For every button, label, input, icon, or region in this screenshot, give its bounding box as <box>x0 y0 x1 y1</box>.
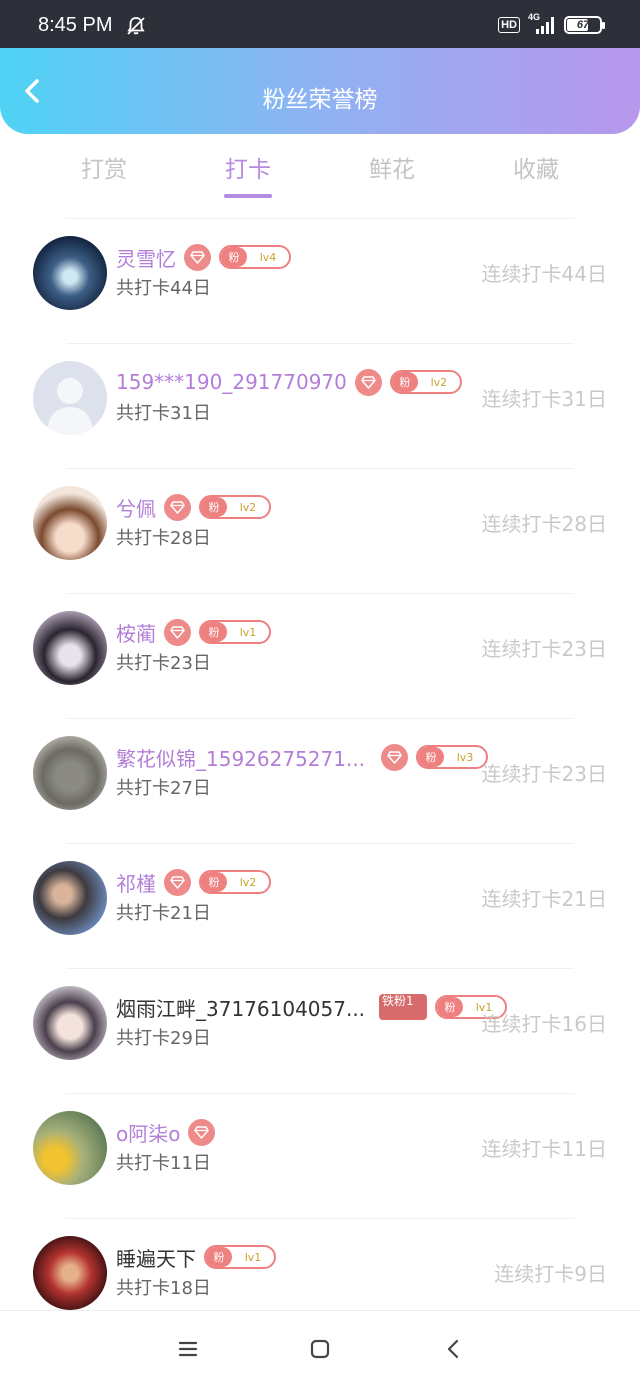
tab-reward[interactable]: 打赏 <box>54 150 154 184</box>
header: 粉丝荣誉榜 <box>0 48 640 134</box>
total-checkins: 共打卡44日 <box>116 278 211 299</box>
hd-icon: HD <box>498 17 520 33</box>
consecutive-checkins: 连续打卡16日 <box>481 1012 607 1036</box>
list-item[interactable]: 烟雨江畔_37176104057... 铁粉1 粉 lv1 共打卡29日 连续打卡… <box>0 968 640 1093</box>
total-checkins: 共打卡23日 <box>116 653 211 674</box>
row-divider <box>66 593 574 594</box>
list-item[interactable]: 祁槿 粉 lv2 共打卡21日 连续打卡21日 <box>0 843 640 968</box>
total-checkins: 共打卡29日 <box>116 1028 211 1049</box>
list-item[interactable]: 灵雪忆 粉 lv4 共打卡44日 连续打卡44日 <box>0 218 640 343</box>
tab-bar: 打赏 打卡 鲜花 收藏 <box>0 150 640 210</box>
signal-icon: 4G <box>528 12 556 36</box>
list-item[interactable]: o阿柒o 共打卡11日 连续打卡11日 <box>0 1093 640 1218</box>
consecutive-checkins: 连续打卡31日 <box>481 387 607 411</box>
home-icon[interactable] <box>308 1337 332 1361</box>
fan-level-badge: 粉 lv4 <box>219 245 291 269</box>
list-item[interactable]: 159***190_291770970 粉 lv2 共打卡31日 连续打卡31日 <box>0 343 640 468</box>
tab-checkin[interactable]: 打卡 <box>198 150 298 184</box>
bell-muted-icon <box>127 17 145 35</box>
user-name[interactable]: 祁槿 <box>116 868 156 897</box>
diamond-icon <box>188 1118 216 1146</box>
avatar[interactable] <box>33 486 107 560</box>
diamond-icon <box>164 618 191 646</box>
avatar[interactable] <box>33 736 107 810</box>
system-nav-bar <box>0 1310 640 1387</box>
total-checkins: 共打卡18日 <box>116 1278 211 1299</box>
consecutive-checkins: 连续打卡28日 <box>481 512 607 536</box>
row-divider <box>66 1218 574 1219</box>
total-checkins: 共打卡28日 <box>116 528 211 549</box>
fan-level-badge: 粉 lv1 <box>199 620 271 644</box>
user-name[interactable]: 灵雪忆 <box>116 243 176 272</box>
consecutive-checkins: 连续打卡23日 <box>481 637 607 661</box>
fan-level-badge: 粉 lv2 <box>199 870 271 894</box>
tab-flowers[interactable]: 鲜花 <box>342 150 442 184</box>
consecutive-checkins: 连续打卡9日 <box>494 1262 607 1286</box>
user-name[interactable]: o阿柒o <box>116 1118 180 1147</box>
row-divider <box>66 1093 574 1094</box>
status-bar: 8:45 PM HD 4G 67 <box>0 0 640 48</box>
back-icon[interactable] <box>442 1337 466 1361</box>
status-time: 8:45 PM <box>38 14 113 36</box>
avatar[interactable] <box>33 1111 107 1185</box>
fan-level-badge: 粉 lv3 <box>416 745 489 769</box>
diamond-icon <box>164 493 191 521</box>
row-divider <box>66 968 574 969</box>
list-item[interactable]: 桉蔺 粉 lv1 共打卡23日 连续打卡23日 <box>0 593 640 718</box>
tab-favorites[interactable]: 收藏 <box>486 150 586 184</box>
user-name[interactable]: 159***190_291770970 <box>116 370 347 394</box>
fan-level-badge: 粉 lv2 <box>199 495 271 519</box>
consecutive-checkins: 连续打卡21日 <box>481 887 607 911</box>
avatar[interactable] <box>33 1236 107 1310</box>
row-divider <box>66 718 574 719</box>
total-checkins: 共打卡11日 <box>116 1153 211 1174</box>
battery-icon: 67 <box>564 16 605 34</box>
user-name[interactable]: 兮佩 <box>116 493 156 522</box>
row-divider <box>66 218 574 219</box>
consecutive-checkins: 连续打卡44日 <box>481 262 607 286</box>
consecutive-checkins: 连续打卡11日 <box>481 1137 607 1161</box>
iron-fan-badge: 铁粉1 <box>379 994 428 1020</box>
user-name[interactable]: 桉蔺 <box>116 618 156 647</box>
avatar[interactable] <box>33 986 107 1060</box>
avatar[interactable] <box>33 611 107 685</box>
row-divider <box>66 843 574 844</box>
total-checkins: 共打卡27日 <box>116 778 211 799</box>
list-item[interactable]: 繁花似锦_15926275271... 粉 lv3 共打卡27日 连续打卡23日 <box>0 718 640 843</box>
diamond-icon <box>381 743 409 771</box>
total-checkins: 共打卡31日 <box>116 403 211 424</box>
user-name[interactable]: 睡遍天下 <box>116 1243 196 1272</box>
row-divider <box>66 343 574 344</box>
consecutive-checkins: 连续打卡23日 <box>481 762 607 786</box>
total-checkins: 共打卡21日 <box>116 903 211 924</box>
user-name[interactable]: 烟雨江畔_37176104057... <box>116 993 365 1022</box>
row-divider <box>66 468 574 469</box>
diamond-icon <box>164 868 191 896</box>
page-title: 粉丝荣誉榜 <box>262 87 378 113</box>
user-name[interactable]: 繁花似锦_15926275271... <box>116 743 365 772</box>
avatar[interactable] <box>33 236 107 310</box>
list-item[interactable]: 兮佩 粉 lv2 共打卡28日 连续打卡28日 <box>0 468 640 593</box>
fan-level-badge: 粉 lv1 <box>204 1245 276 1269</box>
diamond-icon <box>354 368 382 396</box>
avatar[interactable] <box>33 361 107 435</box>
fan-level-badge: 粉 lv2 <box>389 370 462 394</box>
avatar[interactable] <box>33 861 107 935</box>
tab-indicator <box>224 194 272 198</box>
diamond-icon <box>184 243 211 271</box>
menu-icon[interactable] <box>176 1337 200 1361</box>
